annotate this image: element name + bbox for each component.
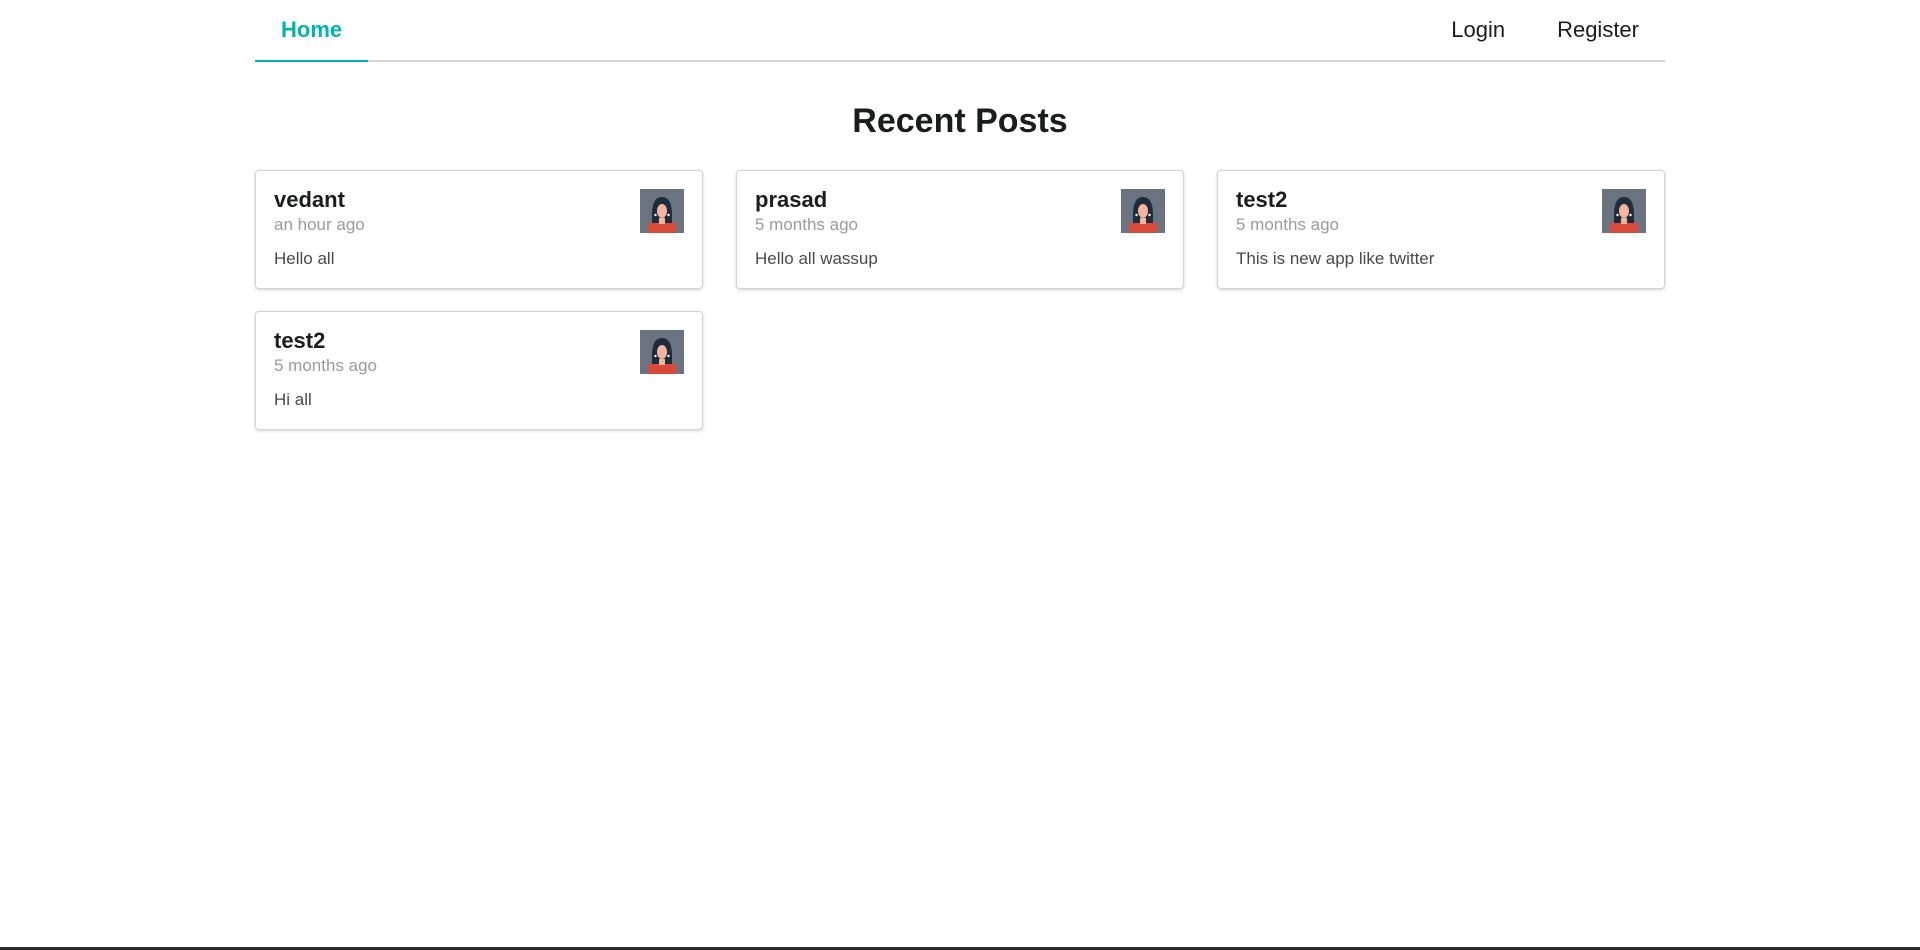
- post-card: prasad 5 months ago Hello all wassup: [736, 170, 1184, 289]
- post-time: 5 months ago: [274, 356, 378, 375]
- posts-grid: vedant an hour ago Hello all prasad 5 mo…: [255, 170, 1665, 430]
- nav-home[interactable]: Home: [255, 0, 369, 62]
- post-author[interactable]: test2: [1236, 187, 1646, 213]
- top-menu: Home Login Register: [255, 0, 1665, 62]
- post-body: Hi all: [274, 390, 312, 409]
- post-card: vedant an hour ago Hello all: [255, 170, 703, 289]
- post-author[interactable]: prasad: [755, 187, 1165, 213]
- post-card: test2 5 months ago Hi all: [255, 311, 703, 430]
- post-author[interactable]: vedant: [274, 187, 684, 213]
- post-body: Hello all wassup: [755, 249, 878, 268]
- user-avatar-icon: [1121, 189, 1165, 233]
- nav-right: Login Register: [1425, 0, 1665, 60]
- post-body: Hello all: [274, 249, 335, 268]
- nav-register[interactable]: Register: [1531, 0, 1665, 60]
- user-avatar-icon: [640, 330, 684, 374]
- main-container: Home Login Register Recent Posts vedant …: [255, 0, 1665, 430]
- user-avatar-icon: [1602, 189, 1646, 233]
- user-avatar-icon: [640, 189, 684, 233]
- post-time: 5 months ago: [755, 215, 859, 234]
- post-time: an hour ago: [274, 215, 365, 234]
- post-time: 5 months ago: [1236, 215, 1340, 234]
- post-card: test2 5 months ago This is new app like …: [1217, 170, 1665, 289]
- page-title: Recent Posts: [852, 102, 1068, 140]
- page: Home Login Register Recent Posts vedant …: [0, 0, 1920, 950]
- nav-login[interactable]: Login: [1425, 0, 1531, 60]
- post-author[interactable]: test2: [274, 328, 684, 354]
- post-body: This is new app like twitter: [1236, 249, 1435, 268]
